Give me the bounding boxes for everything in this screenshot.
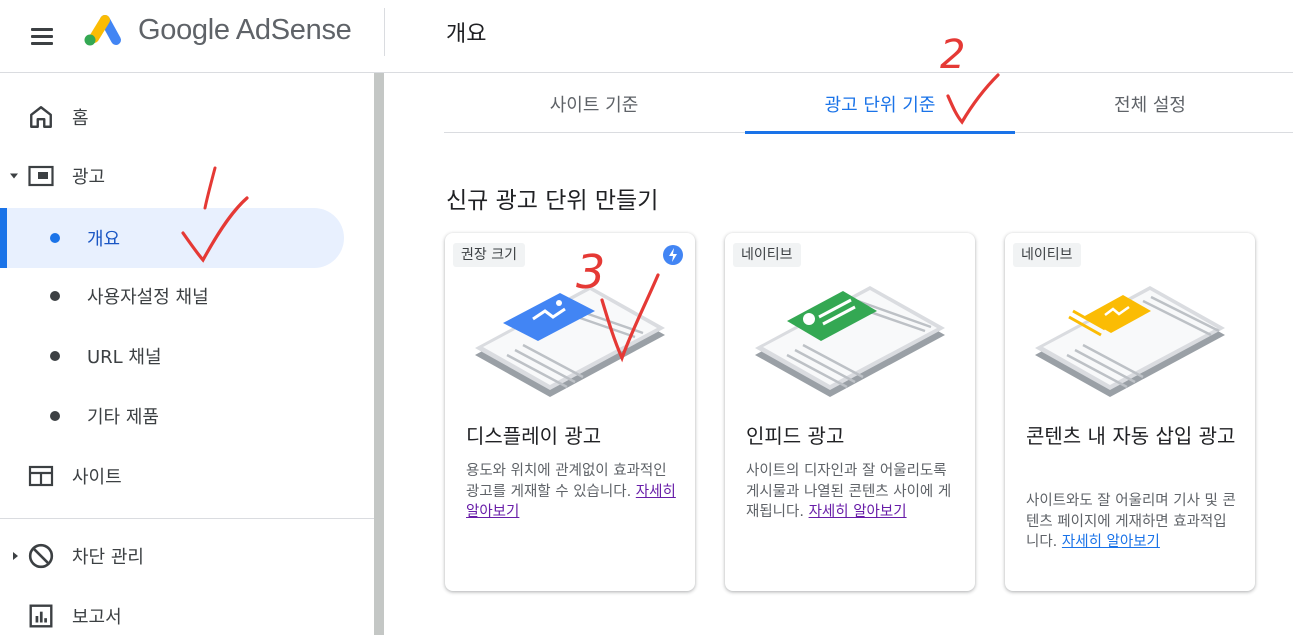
card-title: 디스플레이 광고 — [466, 424, 602, 448]
card-display-ads[interactable]: 권장 크기 디스플레이 광고 용도와 위치에 관계없이 효과적인 광고를 게재할… — [445, 233, 695, 591]
active-tab-indicator — [745, 131, 1015, 134]
sites-icon — [28, 465, 54, 487]
tab-label: 전체 설정 — [1114, 95, 1186, 116]
reports-icon — [29, 604, 53, 628]
tab-by-site[interactable]: 사이트 기준 — [444, 73, 744, 133]
card-description: 사이트의 디자인과 잘 어울리도록 게시물과 나열된 콘텐츠 사이에 게재됩니다… — [746, 461, 956, 523]
sidebar-item-label: 기타 제품 — [87, 407, 159, 428]
sidebar-item-home[interactable]: 홈 — [0, 89, 374, 145]
ads-icon — [28, 165, 54, 187]
sidebar-item-label: 개요 — [87, 229, 121, 250]
tab-label: 사이트 기준 — [549, 95, 639, 116]
bullet-icon — [50, 351, 60, 361]
top-app-bar: Google AdSense 개요 — [0, 0, 1293, 73]
display-ad-illustration — [475, 286, 665, 397]
header-divider — [384, 8, 385, 56]
learn-more-link[interactable]: 자세히 알아보기 — [1062, 534, 1160, 550]
native-badge: 네이티브 — [733, 243, 801, 267]
sidebar-item-label: 광고 — [72, 167, 106, 188]
tab-bar: 사이트 기준 광고 단위 기준 전체 설정 — [444, 73, 1293, 134]
section-title: 신규 광고 단위 만들기 — [446, 188, 659, 214]
learn-more-link[interactable]: 자세히 알아보기 — [809, 504, 907, 520]
sidebar-item-ads[interactable]: 광고 — [0, 148, 374, 204]
tab-global-settings[interactable]: 전체 설정 — [1015, 73, 1285, 133]
block-icon — [28, 543, 54, 569]
sidebar-item-label: 보고서 — [72, 607, 122, 628]
sidebar-item-label: 차단 관리 — [72, 547, 144, 568]
sidebar-item-custom-channels[interactable]: 사용자설정 채널 — [0, 268, 374, 324]
sidebar-item-label: 사용자설정 채널 — [87, 287, 209, 308]
sidebar-item-overview[interactable]: 개요 — [0, 208, 374, 268]
recommended-size-badge: 권장 크기 — [453, 243, 525, 267]
card-title: 인피드 광고 — [746, 424, 845, 448]
in-article-ad-illustration — [1035, 286, 1225, 397]
page-title: 개요 — [446, 22, 487, 47]
sidebar-item-reports[interactable]: 보고서 — [0, 588, 374, 635]
sidebar-scrollbar[interactable] — [374, 73, 384, 635]
card-title: 콘텐츠 내 자동 삽입 광고 — [1026, 424, 1236, 448]
tab-label: 광고 단위 기준 — [824, 95, 936, 116]
native-badge: 네이티브 — [1013, 243, 1081, 267]
adsense-logo-icon[interactable] — [80, 12, 126, 50]
active-indicator — [0, 208, 7, 268]
sidebar-divider — [0, 518, 374, 519]
card-description: 사이트와도 잘 어울리며 기사 및 콘텐츠 페이지에 게재하면 효과적입니다. … — [1026, 491, 1236, 553]
bullet-icon — [50, 411, 60, 421]
sidebar: 홈 광고 개요 사용자설정 채널 URL 채널 기타 제품 사이트 차단 관리 … — [0, 73, 374, 635]
hamburger-menu-icon[interactable] — [26, 20, 58, 52]
sidebar-item-url-channels[interactable]: URL 채널 — [0, 328, 374, 384]
bullet-icon — [50, 291, 60, 301]
sidebar-item-other-products[interactable]: 기타 제품 — [0, 388, 374, 444]
sidebar-item-label: 홈 — [72, 108, 89, 129]
card-in-article-ads[interactable]: 네이티브 콘텐츠 내 자동 삽입 광고 사이트와도 잘 어울리며 기사 및 콘텐… — [1005, 233, 1255, 591]
tab-by-ad-unit[interactable]: 광고 단위 기준 — [745, 73, 1015, 134]
bullet-icon — [50, 233, 60, 243]
card-in-feed-ads[interactable]: 네이티브 인피드 광고 사이트의 디자인과 잘 어울리도록 게시물과 나열된 콘… — [725, 233, 975, 591]
sidebar-item-sites[interactable]: 사이트 — [0, 448, 374, 504]
chevron-down-icon[interactable] — [10, 173, 18, 179]
sidebar-item-label: URL 채널 — [87, 347, 162, 368]
card-description: 용도와 위치에 관계없이 효과적인 광고를 게재할 수 있습니다. 자세히 알아… — [466, 461, 676, 523]
sidebar-item-label: 사이트 — [72, 467, 122, 488]
lightning-bolt-icon — [663, 245, 683, 265]
sidebar-item-blocking-controls[interactable]: 차단 관리 — [0, 528, 374, 584]
home-icon — [30, 106, 52, 128]
app-name[interactable]: Google AdSense — [138, 14, 352, 47]
in-feed-ad-illustration — [755, 286, 945, 397]
chevron-right-icon[interactable] — [13, 552, 18, 560]
